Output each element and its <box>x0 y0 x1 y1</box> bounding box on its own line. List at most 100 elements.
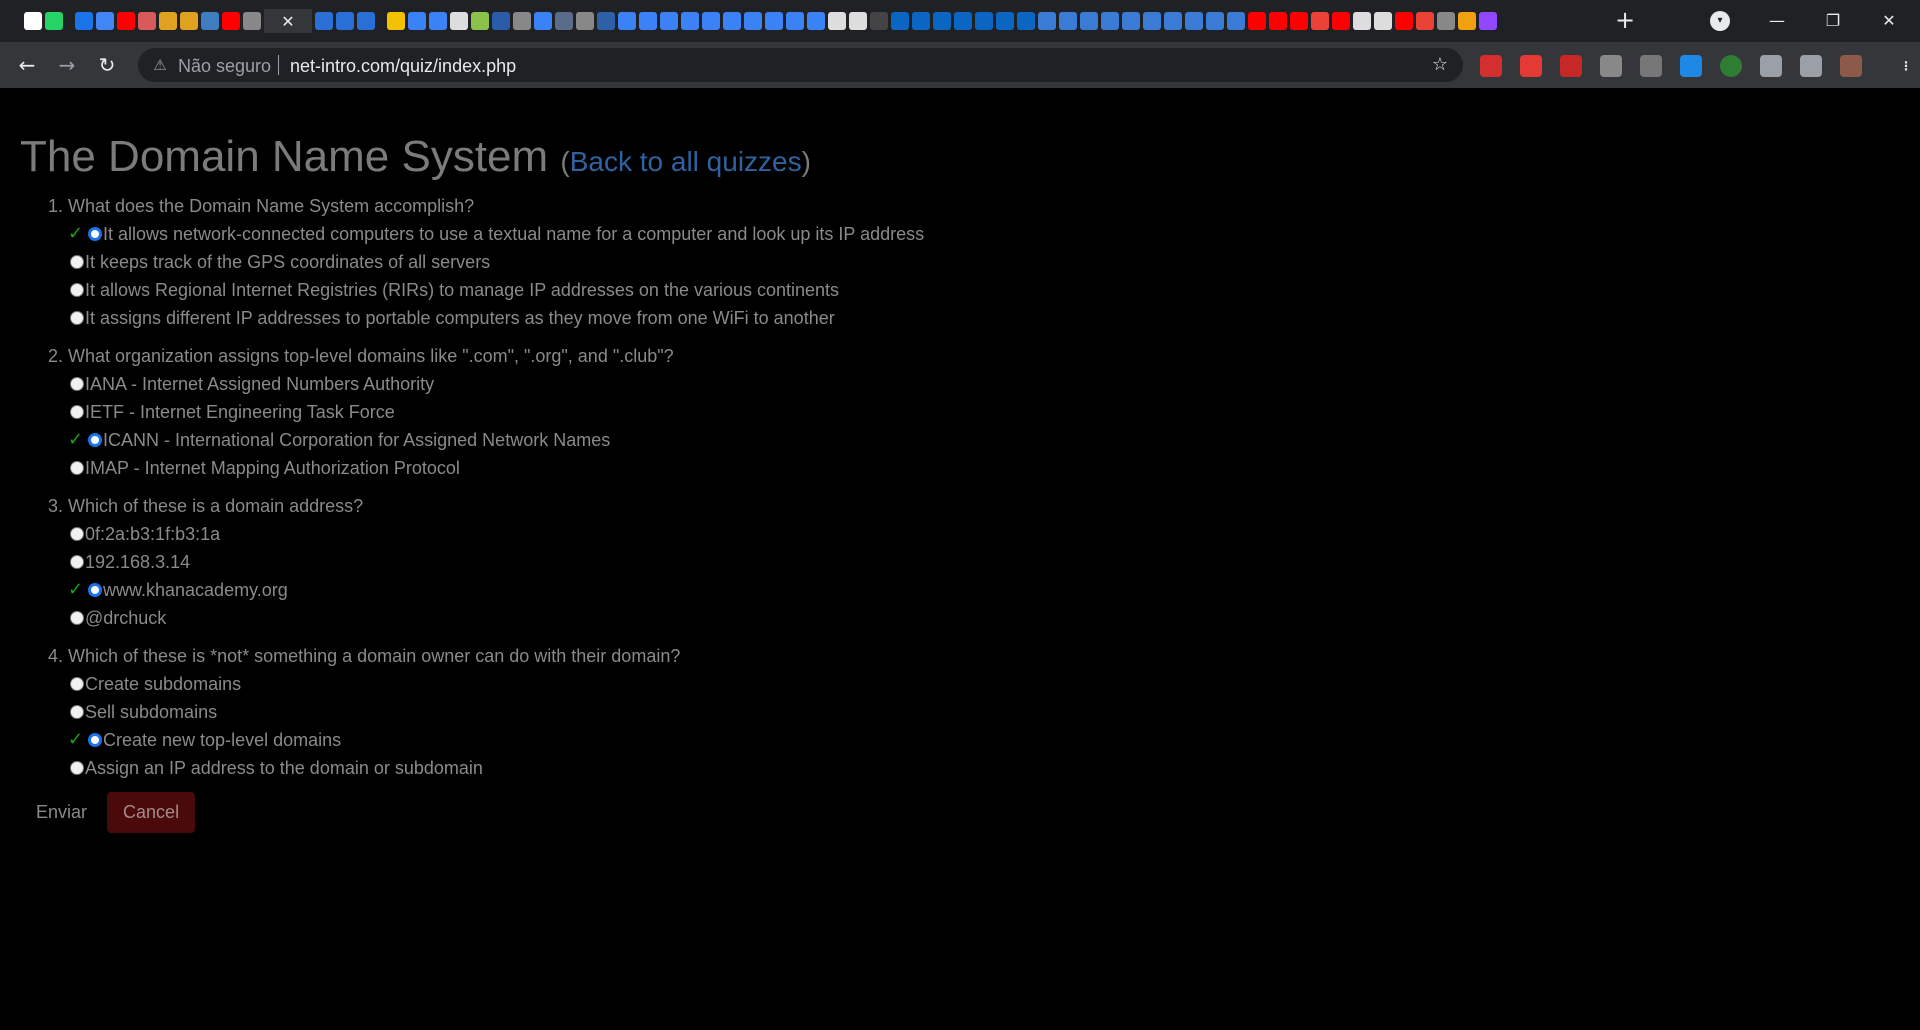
doc-icon[interactable] <box>723 12 741 30</box>
github-icon[interactable] <box>1374 12 1392 30</box>
google-icon[interactable] <box>1416 12 1434 30</box>
linkedin-icon[interactable] <box>1017 12 1035 30</box>
youtube-icon[interactable] <box>1269 12 1287 30</box>
jsf-icon[interactable] <box>180 12 198 30</box>
khan-icon[interactable] <box>387 12 405 30</box>
answer-option[interactable]: Assign an IP address to the domain or su… <box>48 754 1248 782</box>
back-to-quizzes-link[interactable]: Back to all quizzes <box>570 146 802 177</box>
answer-option[interactable]: @drchuck <box>48 604 1248 632</box>
chrome-icon[interactable] <box>1437 12 1455 30</box>
adblock-icon[interactable] <box>1480 55 1502 77</box>
answer-option[interactable]: ✓ www.khanacademy.org <box>48 576 1248 604</box>
swirl-icon[interactable] <box>1164 12 1182 30</box>
close-window-icon[interactable]: ✕ <box>1874 6 1904 36</box>
doc-icon[interactable] <box>681 12 699 30</box>
python-icon[interactable] <box>201 12 219 30</box>
tool-icon[interactable] <box>138 12 156 30</box>
bookmark-star-icon[interactable]: ☆ <box>1429 54 1451 76</box>
swirl-icon[interactable] <box>1080 12 1098 30</box>
doc-icon[interactable] <box>534 12 552 30</box>
c-icon[interactable] <box>336 12 354 30</box>
notion-icon[interactable] <box>24 12 42 30</box>
new-tab-button[interactable]: + <box>1612 8 1638 34</box>
linkedin-icon[interactable] <box>975 12 993 30</box>
radio-button[interactable] <box>70 555 84 569</box>
ext-red-icon[interactable] <box>1520 55 1542 77</box>
radio-button[interactable] <box>70 461 84 475</box>
linkedin-icon[interactable] <box>912 12 930 30</box>
image-icon[interactable] <box>870 12 888 30</box>
messenger-icon[interactable] <box>75 12 93 30</box>
forward-arrow-icon[interactable]: → <box>52 50 82 80</box>
smiley-icon[interactable] <box>471 12 489 30</box>
answer-option[interactable]: Create subdomains <box>48 670 1248 698</box>
c-icon[interactable] <box>315 12 333 30</box>
tab-search-icon[interactable]: ▾ <box>1710 11 1730 31</box>
github-icon[interactable] <box>450 12 468 30</box>
youtube-icon[interactable] <box>222 12 240 30</box>
address-bar[interactable]: ⚠ Não seguro net-intro.com/quiz/index.ph… <box>138 48 1463 82</box>
ext-wave-icon[interactable] <box>1680 55 1702 77</box>
puzzle-icon[interactable] <box>1760 55 1782 77</box>
answer-option[interactable]: IETF - Internet Engineering Task Force <box>48 398 1248 426</box>
doc-icon[interactable] <box>429 12 447 30</box>
ext-glasses-icon[interactable] <box>1600 55 1622 77</box>
radio-button[interactable] <box>70 377 84 391</box>
answer-option[interactable]: ✓ ICANN - International Corporation for A… <box>48 426 1248 454</box>
menu-icon[interactable]: ⋮ <box>1900 55 1912 77</box>
answer-option[interactable]: Sell subdomains <box>48 698 1248 726</box>
radio-button-selected[interactable] <box>88 433 102 447</box>
youtube-icon[interactable] <box>1290 12 1308 30</box>
github-icon[interactable] <box>828 12 846 30</box>
radio-button[interactable] <box>70 311 84 325</box>
back-arrow-icon[interactable]: ← <box>12 50 42 80</box>
swirl-icon[interactable] <box>1101 12 1119 30</box>
cancel-button[interactable]: Cancel <box>107 792 196 833</box>
answer-option[interactable]: It keeps track of the GPS coordinates of… <box>48 248 1248 276</box>
swirl-icon[interactable] <box>1227 12 1245 30</box>
answer-option[interactable]: ✓ Create new top-level domains <box>48 726 1248 754</box>
radio-button-selected[interactable] <box>88 733 102 747</box>
swirl-icon[interactable] <box>1059 12 1077 30</box>
radio-button[interactable] <box>70 677 84 691</box>
submit-button[interactable]: Enviar <box>20 792 103 833</box>
active-tab-close-icon[interactable]: ✕ <box>264 9 312 33</box>
youtube-icon[interactable] <box>117 12 135 30</box>
windows-icon[interactable] <box>1458 12 1476 30</box>
doc-icon[interactable] <box>639 12 657 30</box>
p-icon[interactable] <box>597 12 615 30</box>
linkedin-icon[interactable] <box>933 12 951 30</box>
c-icon[interactable] <box>357 12 375 30</box>
radio-button[interactable] <box>70 527 84 541</box>
url-text[interactable]: net-intro.com/quiz/index.php <box>290 56 516 77</box>
doc-icon[interactable] <box>786 12 804 30</box>
shield-icon[interactable] <box>555 12 573 30</box>
chrome-icon[interactable] <box>513 12 531 30</box>
ext-redpen-icon[interactable] <box>1560 55 1582 77</box>
youtube-icon[interactable] <box>1248 12 1266 30</box>
ext-reader-icon[interactable] <box>1640 55 1662 77</box>
restore-icon[interactable]: ❐ <box>1818 6 1848 36</box>
answer-option[interactable]: 0f:2a:b3:1f:b3:1a <box>48 520 1248 548</box>
linkedin-icon[interactable] <box>996 12 1014 30</box>
ext-plus-icon[interactable] <box>1720 55 1742 77</box>
doc-icon[interactable] <box>702 12 720 30</box>
linkedin-icon[interactable] <box>954 12 972 30</box>
swirl-icon[interactable] <box>1206 12 1224 30</box>
reload-icon[interactable]: ↻ <box>92 50 122 80</box>
swirl-icon[interactable] <box>1185 12 1203 30</box>
whatsapp-icon[interactable] <box>45 12 63 30</box>
radio-button[interactable] <box>70 761 84 775</box>
radio-button[interactable] <box>70 705 84 719</box>
doc-icon[interactable] <box>660 12 678 30</box>
answer-option[interactable]: 192.168.3.14 <box>48 548 1248 576</box>
swirl-icon[interactable] <box>1122 12 1140 30</box>
jsf-icon[interactable] <box>159 12 177 30</box>
linkedin-icon[interactable] <box>891 12 909 30</box>
chrome-icon[interactable] <box>243 12 261 30</box>
doc-icon[interactable] <box>765 12 783 30</box>
answer-option[interactable]: It assigns different IP addresses to por… <box>48 304 1248 332</box>
swirl-icon[interactable] <box>1038 12 1056 30</box>
radio-button[interactable] <box>70 611 84 625</box>
youtube-icon[interactable] <box>1395 12 1413 30</box>
